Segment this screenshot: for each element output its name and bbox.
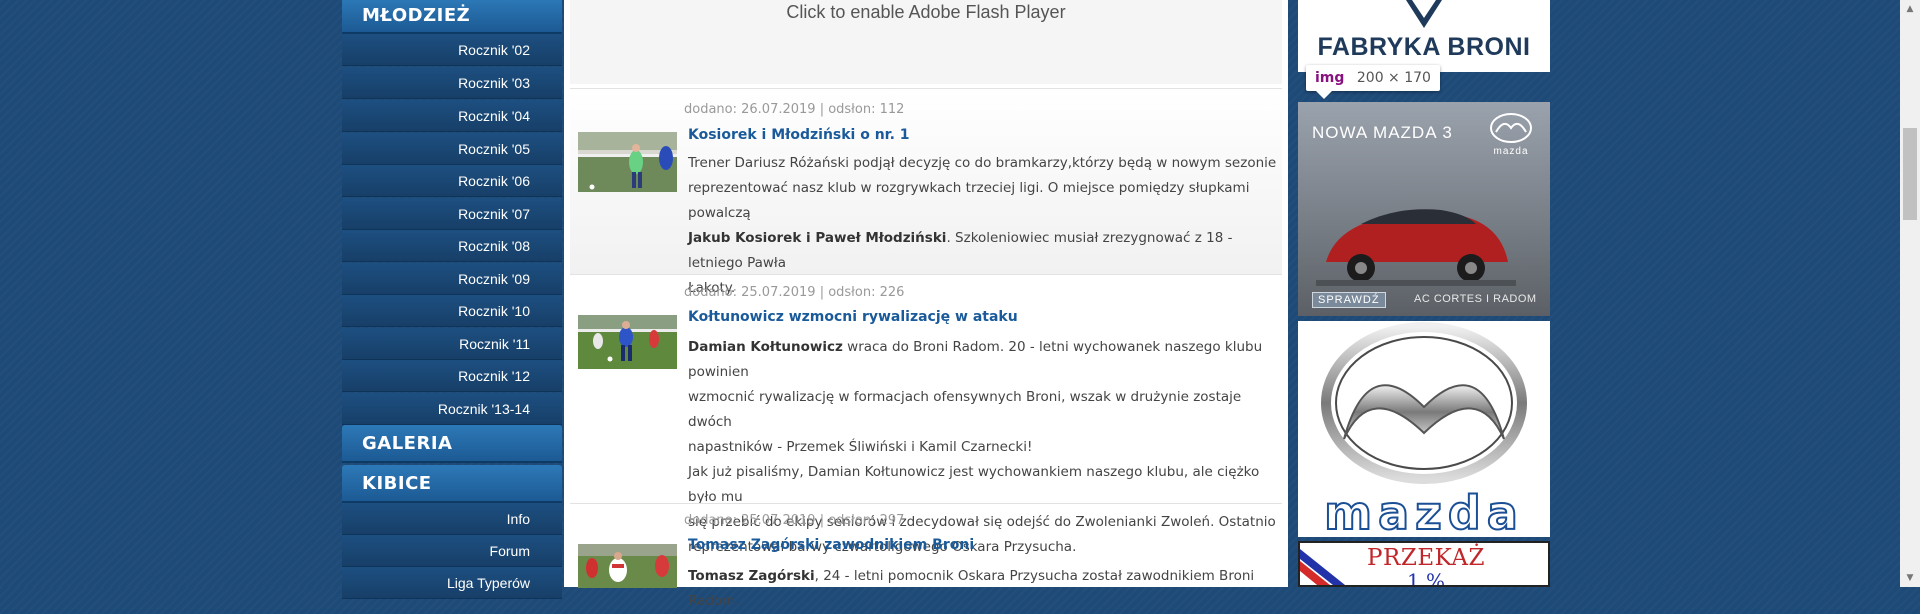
percent-text: 1 % [1406, 569, 1446, 587]
article-bold-names: Damian Kołtunowicz [688, 339, 843, 355]
menu-item-rocznik-09[interactable]: Rocznik '09 [342, 263, 562, 295]
menu-heading-kibice[interactable]: KIBICE [342, 465, 562, 503]
menu-item-rocznik-06[interactable]: Rocznik '06 [342, 165, 562, 197]
article-bold-names: Jakub Kosiorek i Paweł Młodziński [688, 230, 947, 246]
mazda3-ad[interactable]: NOWA MAZDA 3 mazda SPRAWDŹ AC CORTES I R… [1298, 102, 1550, 316]
menu-item-liga-typerow[interactable]: Liga Typerów [342, 567, 562, 599]
menu-item-rocznik-13-14[interactable]: Rocznik '13-14 [342, 393, 562, 425]
vertical-scrollbar[interactable]: ▲ ▼ [1900, 0, 1920, 587]
sidebar-menu: MŁODZIEŻ Rocznik '02 Rocznik '03 Rocznik… [342, 0, 562, 599]
przekaz-text: PRZEKAŻ [1367, 545, 1485, 571]
flash-enable-text[interactable]: Click to enable Adobe Flash Player [786, 2, 1065, 22]
article-meta: dodano: 26.07.2019 | odsłon: 112 [684, 102, 905, 117]
article-title-link[interactable]: Kołtunowicz wzmocni rywalizację w ataku [688, 309, 1018, 325]
tooltip-tag: img [1315, 70, 1345, 86]
article-thumbnail[interactable] [578, 315, 677, 375]
scroll-thumb[interactable] [1903, 128, 1917, 220]
menu-item-rocznik-05[interactable]: Rocznik '05 [342, 133, 562, 165]
mazda-emblem-icon [1490, 113, 1532, 143]
menu-item-rocznik-02[interactable]: Rocznik '02 [342, 34, 562, 66]
red-car-image [1316, 209, 1516, 286]
menu-item-info[interactable]: Info [342, 503, 562, 535]
menu-item-rocznik-03[interactable]: Rocznik '03 [342, 67, 562, 99]
tooltip-size: 200 × 170 [1356, 70, 1431, 86]
article-excerpt: Tomasz Zagórski, 24 - letni pomocnik Osk… [688, 568, 1255, 609]
article-title-link[interactable]: Kosiorek i Młodziński o nr. 1 [688, 127, 910, 143]
article-thumbnail[interactable] [578, 132, 677, 192]
menu-item-rocznik-11[interactable]: Rocznik '11 [342, 328, 562, 360]
menu-item-forum[interactable]: Forum [342, 535, 562, 567]
news-item: dodano: 25.07.2019 | odsłon: 226 Kołtuno… [570, 274, 1282, 555]
news-item: dodano: 25.07.2019 | odsłon: 297 Tomasz … [570, 503, 1282, 609]
scroll-up-arrow-icon[interactable]: ▲ [1900, 0, 1920, 18]
menu-item-rocznik-10[interactable]: Rocznik '10 [342, 295, 562, 327]
menu-item-rocznik-04[interactable]: Rocznik '04 [342, 100, 562, 132]
menu-heading-mlodziez[interactable]: MŁODZIEŻ [342, 0, 562, 34]
menu-item-rocznik-12[interactable]: Rocznik '12 [342, 360, 562, 392]
przekaz-1-procent-ad[interactable]: PRZEKAŻ 1 % [1298, 541, 1550, 587]
mazda3-headline: NOWA MAZDA 3 [1312, 123, 1453, 142]
article-meta: dodano: 25.07.2019 | odsłon: 297 [684, 513, 905, 528]
article-meta: dodano: 25.07.2019 | odsłon: 226 [684, 285, 905, 300]
fabryka-broni-text: FABRYKA BRONI [1317, 33, 1531, 61]
mazda-logo-ad[interactable]: mazda [1298, 321, 1550, 537]
news-item: dodano: 26.07.2019 | odsłon: 112 Kosiore… [570, 88, 1282, 296]
devtools-img-tooltip: img 200 × 170 [1306, 65, 1440, 99]
menu-heading-galeria[interactable]: GALERIA [342, 425, 562, 463]
menu-item-rocznik-07[interactable]: Rocznik '07 [342, 198, 562, 230]
flash-player-placeholder[interactable]: Click to enable Adobe Flash Player [570, 0, 1282, 84]
article-title-link[interactable]: Tomasz Zagórski zawodnikiem Broni [688, 537, 974, 553]
article-thumbnail[interactable] [578, 544, 677, 588]
sprawdz-button[interactable]: SPRAWDŹ [1312, 292, 1386, 308]
scroll-down-arrow-icon[interactable]: ▼ [1900, 569, 1920, 587]
dealer-name: AC CORTES I RADOM [1414, 293, 1537, 305]
article-bold-names: Tomasz Zagórski [688, 568, 815, 584]
menu-item-rocznik-08[interactable]: Rocznik '08 [342, 230, 562, 262]
mazda-small-brand: mazda [1493, 146, 1529, 157]
fabryka-broni-ad[interactable]: FABRYKA BRONI [1298, 0, 1550, 72]
main-content: Click to enable Adobe Flash Player dodan… [564, 0, 1288, 609]
mazda-wordmark: mazda [1298, 489, 1550, 537]
